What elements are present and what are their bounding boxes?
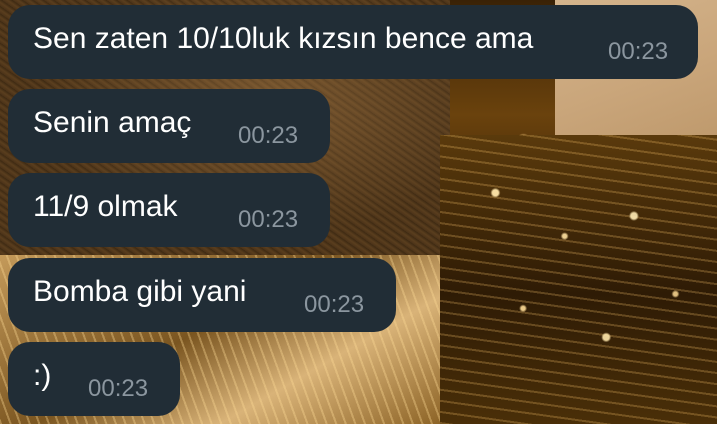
message-text: 11/9 olmak: [33, 190, 178, 223]
message-bubble[interactable]: :) 00:23: [8, 342, 180, 416]
message-text: Senin amaç: [33, 106, 192, 139]
message-bubble[interactable]: Bomba gibi yani 00:23: [8, 258, 396, 332]
message-timestamp: 00:23: [304, 291, 365, 318]
message-timestamp: 00:23: [608, 38, 669, 65]
message-text: :): [33, 359, 52, 392]
wallpaper-tile: [440, 135, 717, 424]
message-timestamp: 00:23: [88, 375, 149, 402]
message-bubble[interactable]: Senin amaç 00:23: [8, 89, 330, 163]
message-text: Sen zaten 10/10luk kızsın bence ama: [33, 22, 534, 55]
message-timestamp: 00:23: [238, 206, 299, 233]
message-bubble[interactable]: Sen zaten 10/10luk kızsın bence ama 00:2…: [8, 5, 698, 79]
message-timestamp: 00:23: [238, 122, 299, 149]
message-text: Bomba gibi yani: [33, 275, 247, 308]
message-bubble[interactable]: 11/9 olmak 00:23: [8, 173, 330, 247]
